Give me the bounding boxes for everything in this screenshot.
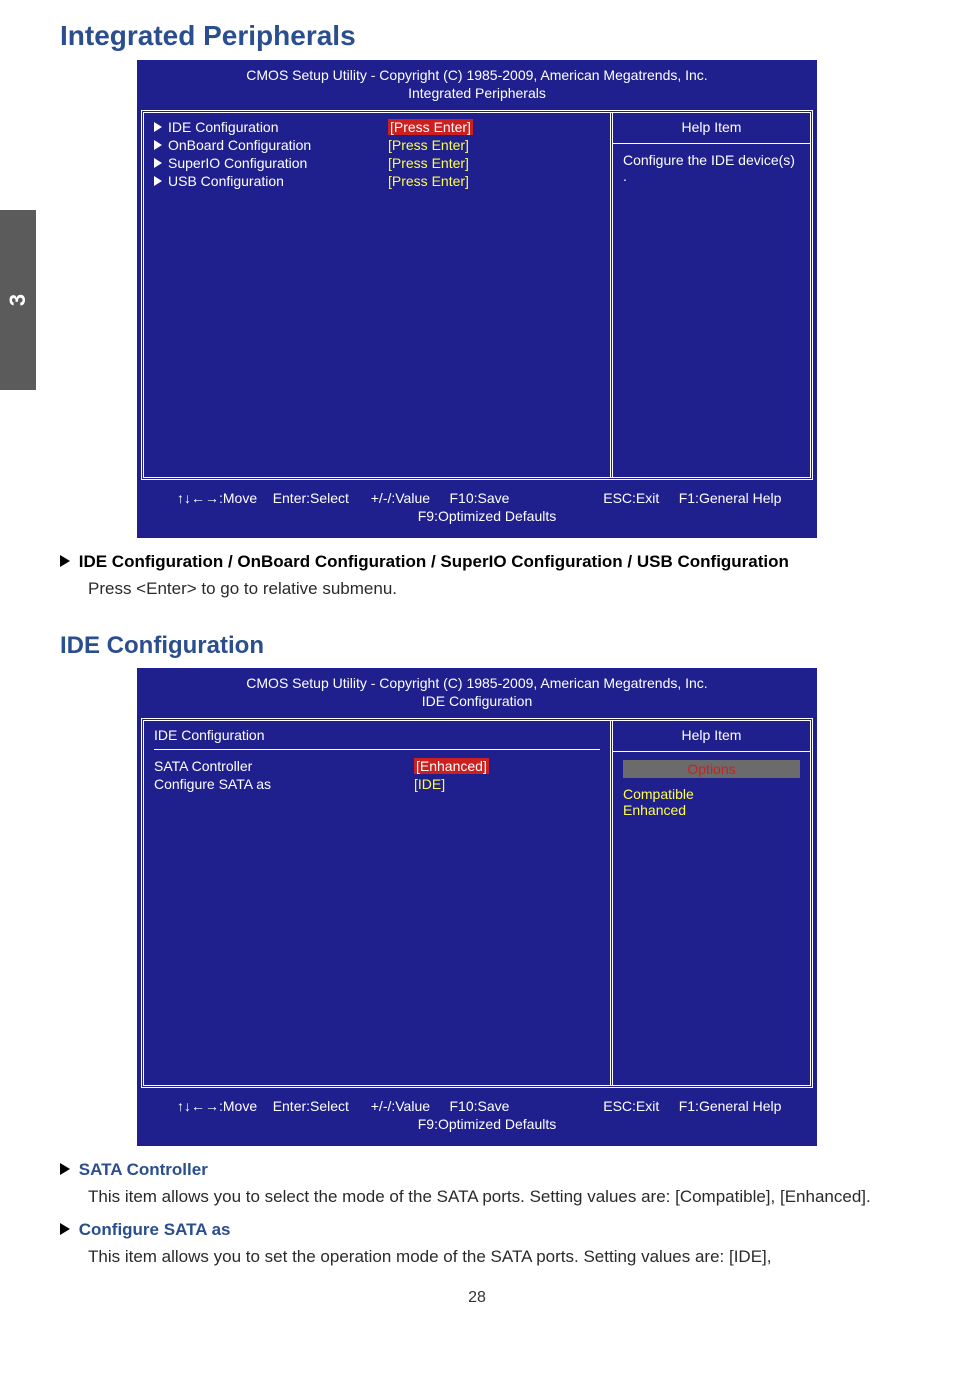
footer-move-text: ↑↓←→:Move xyxy=(177,490,257,506)
menu-label: SuperIO Configuration xyxy=(168,155,388,171)
menu-value: [Enhanced] xyxy=(414,758,489,774)
triangle-icon xyxy=(154,158,162,168)
help-text: Configure the IDE device(s) . xyxy=(623,152,800,184)
help-separator xyxy=(613,751,810,752)
group-header: IDE Configuration xyxy=(154,727,600,750)
footer-defaults: F9:Optimized Defaults xyxy=(177,1116,797,1132)
footer-right: ESC:Exit F1:General Help xyxy=(603,490,797,506)
footer-select-text: Enter:Select xyxy=(273,1098,349,1114)
desc-title-sata: SATA Controller xyxy=(79,1160,208,1179)
group-label: IDE Configuration xyxy=(154,727,265,743)
description-block-configure: Configure SATA as This item allows you t… xyxy=(60,1220,894,1270)
menu-label: OnBoard Configuration xyxy=(168,137,388,153)
page-number: 28 xyxy=(60,1289,894,1307)
menu-item-configure-sata[interactable]: Configure SATA as [IDE] xyxy=(154,776,600,792)
bios-screen-integrated: CMOS Setup Utility - Copyright (C) 1985-… xyxy=(137,60,817,538)
footer-move: ↑↓←→:Move Enter:Select xyxy=(177,1098,371,1114)
menu-item-usb[interactable]: USB Configuration [Press Enter] xyxy=(154,173,600,189)
triangle-icon xyxy=(60,1163,70,1175)
section-title-ide-config: IDE Configuration xyxy=(60,632,894,660)
menu-value: [Press Enter] xyxy=(388,137,469,153)
bios-menu-list: IDE Configuration SATA Controller [Enhan… xyxy=(144,721,610,1085)
option-enhanced: Enhanced xyxy=(623,802,800,818)
footer-exit-text: ESC:Exit xyxy=(603,490,659,506)
footer-select-text: Enter:Select xyxy=(273,490,349,506)
desc-header-part1: IDE Configuration / xyxy=(79,552,238,571)
bios-body: IDE Configuration [Press Enter] OnBoard … xyxy=(141,110,813,480)
bios-header-line1: CMOS Setup Utility - Copyright (C) 1985-… xyxy=(137,674,817,692)
footer-move-text: ↑↓←→:Move xyxy=(177,1098,257,1114)
chapter-tab: 3 xyxy=(0,210,36,390)
triangle-icon xyxy=(154,176,162,186)
desc-header-part2: OnBoard Configuration / SuperIO Configur… xyxy=(237,552,789,571)
menu-label: IDE Configuration xyxy=(168,119,388,135)
bios-header: CMOS Setup Utility - Copyright (C) 1985-… xyxy=(137,668,817,718)
footer-save-text: F10:Save xyxy=(449,1098,509,1114)
desc-text: Press <Enter> to go to relative submenu. xyxy=(88,576,894,602)
desc-header: Configure SATA as xyxy=(60,1220,894,1240)
menu-value: [Press Enter] xyxy=(388,155,469,171)
menu-item-sata-controller[interactable]: SATA Controller [Enhanced] xyxy=(154,758,600,774)
bios-menu-list: IDE Configuration [Press Enter] OnBoard … xyxy=(144,113,610,477)
footer-exit-text: ESC:Exit xyxy=(603,1098,659,1114)
triangle-icon xyxy=(154,122,162,132)
menu-label: USB Configuration xyxy=(168,173,388,189)
bios-footer: ↑↓←→:Move Enter:Select +/-/:Value F10:Sa… xyxy=(137,480,817,538)
footer-right: ESC:Exit F1:General Help xyxy=(603,1098,797,1114)
page-content: Integrated Peripherals CMOS Setup Utilit… xyxy=(0,0,954,1347)
bios-footer: ↑↓←→:Move Enter:Select +/-/:Value F10:Sa… xyxy=(137,1088,817,1146)
bios-body: IDE Configuration SATA Controller [Enhan… xyxy=(141,718,813,1088)
menu-item-ide[interactable]: IDE Configuration [Press Enter] xyxy=(154,119,600,135)
desc-header: IDE Configuration / OnBoard Configuratio… xyxy=(60,552,894,572)
option-compatible: Compatible xyxy=(623,786,800,802)
menu-value: [Press Enter] xyxy=(388,173,469,189)
desc-header: SATA Controller xyxy=(60,1160,894,1180)
bios-header-line2: IDE Configuration xyxy=(137,692,817,710)
menu-label: Configure SATA as xyxy=(154,776,414,792)
menu-label: SATA Controller xyxy=(154,758,414,774)
triangle-icon xyxy=(154,140,162,150)
footer-save-text: F10:Save xyxy=(449,490,509,506)
footer-move: ↑↓←→:Move Enter:Select xyxy=(177,490,371,506)
footer-value-text: +/-/:Value xyxy=(371,490,430,506)
menu-item-superio[interactable]: SuperIO Configuration [Press Enter] xyxy=(154,155,600,171)
options-list: Compatible Enhanced xyxy=(623,786,800,818)
menu-value: [IDE] xyxy=(414,776,445,792)
bios-screen-ide: CMOS Setup Utility - Copyright (C) 1985-… xyxy=(137,668,817,1146)
bios-header-line1: CMOS Setup Utility - Copyright (C) 1985-… xyxy=(137,66,817,84)
description-block-sata: SATA Controller This item allows you to … xyxy=(60,1160,894,1210)
help-separator xyxy=(613,143,810,144)
options-header: Options xyxy=(623,760,800,778)
chapter-number: 3 xyxy=(5,294,31,306)
triangle-icon xyxy=(60,1223,70,1235)
bios-header: CMOS Setup Utility - Copyright (C) 1985-… xyxy=(137,60,817,110)
desc-text-sata: This item allows you to select the mode … xyxy=(88,1184,894,1210)
bios-header-line2: Integrated Peripherals xyxy=(137,84,817,102)
footer-general-text: F1:General Help xyxy=(679,490,782,506)
footer-center: +/-/:Value F10:Save xyxy=(371,490,604,506)
bios-help-panel: Help Item Configure the IDE device(s) . xyxy=(610,113,810,477)
help-title: Help Item xyxy=(623,119,800,135)
desc-text-configure: This item allows you to set the operatio… xyxy=(88,1244,894,1270)
menu-value: [Press Enter] xyxy=(388,119,473,135)
footer-center: +/-/:Value F10:Save xyxy=(371,1098,604,1114)
description-block-ide: IDE Configuration / OnBoard Configuratio… xyxy=(60,552,894,602)
footer-defaults: F9:Optimized Defaults xyxy=(177,508,797,524)
triangle-icon xyxy=(60,555,70,567)
help-title: Help Item xyxy=(623,727,800,743)
section-title-integrated: Integrated Peripherals xyxy=(60,20,894,52)
bios-help-panel: Help Item Options Compatible Enhanced xyxy=(610,721,810,1085)
footer-general-text: F1:General Help xyxy=(679,1098,782,1114)
footer-value-text: +/-/:Value xyxy=(371,1098,430,1114)
menu-item-onboard[interactable]: OnBoard Configuration [Press Enter] xyxy=(154,137,600,153)
desc-title-configure: Configure SATA as xyxy=(79,1220,231,1239)
